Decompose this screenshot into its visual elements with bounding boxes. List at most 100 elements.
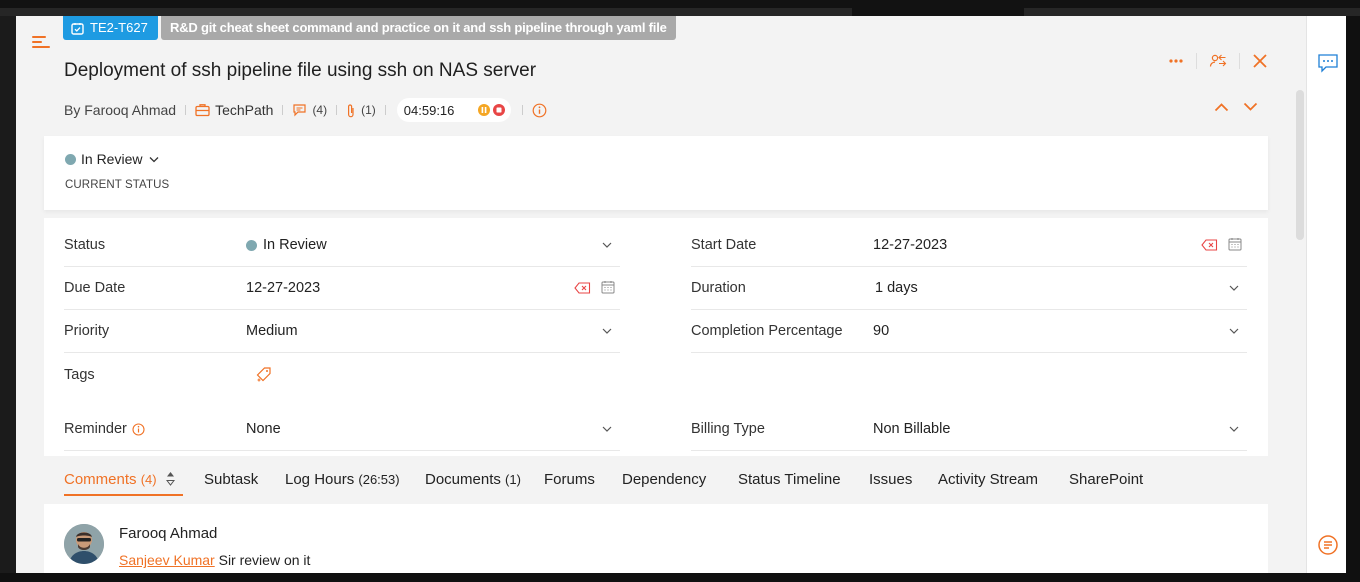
comment-text: Sanjeev Kumar Sir review on it — [119, 552, 310, 568]
tab-log-hours[interactable]: Log Hours (26:53) — [285, 471, 400, 488]
tab-label: Log Hours — [285, 471, 355, 488]
chevron-down-icon — [602, 242, 612, 248]
sort-icon[interactable] — [165, 471, 175, 486]
tab-count: (26:53) — [358, 472, 400, 487]
status-label: Status — [64, 237, 106, 253]
tab-label: Subtask — [204, 471, 259, 488]
reminder-field[interactable]: Reminder None — [64, 408, 620, 451]
close-icon[interactable] — [1252, 53, 1268, 69]
chevron-down-icon[interactable] — [1243, 102, 1258, 112]
billing-type-field[interactable]: Billing Type Non Billable — [691, 408, 1247, 451]
chevron-down-icon — [1229, 426, 1239, 432]
timer: 04:59:16 — [396, 98, 512, 122]
calendar-icon[interactable] — [601, 280, 615, 294]
feedback-icon[interactable] — [1317, 52, 1339, 74]
completion-field[interactable]: Completion Percentage 90 — [691, 310, 1247, 353]
comment-body: Sir review on it — [214, 552, 311, 568]
tab-dependency[interactable]: Dependency — [622, 471, 706, 488]
tab-status-timeline[interactable]: Status Timeline — [738, 471, 841, 488]
calendar-icon[interactable] — [1228, 237, 1242, 251]
info-icon[interactable] — [532, 103, 547, 118]
status-text: In Review — [81, 151, 143, 167]
menu-icon[interactable] — [32, 34, 50, 50]
info-icon[interactable] — [132, 422, 145, 436]
project-link[interactable]: TechPath — [215, 102, 273, 118]
window-bottom-edge — [0, 573, 1360, 582]
start-date-field[interactable]: Start Date 12-27-2023 — [691, 224, 1247, 267]
duration-value: 1 days — [875, 280, 918, 296]
completion-value: 90 — [873, 323, 890, 339]
status-dot — [65, 153, 76, 165]
priority-value: Medium — [246, 323, 298, 339]
task-meta: By Farooq Ahmad TechPath (4) (1) 04:59:1… — [64, 98, 547, 122]
tag-add-icon[interactable] — [255, 366, 272, 383]
reminder-value: None — [246, 421, 281, 437]
priority-label: Priority — [64, 323, 110, 339]
comment-icon[interactable] — [292, 103, 307, 117]
top-actions — [1168, 52, 1268, 70]
tab-forums[interactable]: Forums — [544, 471, 595, 488]
mention-link[interactable]: Sanjeev Kumar — [119, 552, 215, 568]
tab-comments[interactable]: Comments (4) — [64, 471, 175, 488]
start-date-value: 12-27-2023 — [873, 237, 948, 253]
clear-icon[interactable] — [574, 282, 591, 294]
task-id-chip[interactable]: TE2-T627 — [63, 16, 158, 40]
tab-label: Activity Stream — [938, 471, 1039, 488]
tags-field: Tags — [64, 353, 620, 396]
scrollbar[interactable] — [1294, 86, 1306, 573]
comment-list: Farooq Ahmad Sanjeev Kumar Sir review on… — [44, 504, 1268, 573]
tab-label: Forums — [544, 471, 595, 488]
avatar[interactable] — [64, 524, 104, 564]
tab-label: Status Timeline — [738, 471, 841, 488]
chevron-up-icon[interactable] — [1214, 102, 1229, 112]
due-date-field[interactable]: Due Date 12-27-2023 — [64, 267, 620, 310]
status-dropdown[interactable]: In Review — [65, 151, 159, 167]
task-detail-panel: TE2-T627 R&D git cheat sheet command and… — [16, 16, 1306, 573]
tab-activity-stream[interactable]: Activity Stream — [938, 471, 1038, 488]
more-icon[interactable] — [1168, 58, 1184, 64]
chevron-down-icon — [150, 156, 159, 162]
due-date-value: 12-27-2023 — [246, 280, 321, 296]
task-icon — [71, 22, 84, 35]
tags-label: Tags — [64, 366, 95, 383]
attachment-count[interactable]: (1) — [361, 103, 376, 117]
scrollbar-thumb[interactable] — [1296, 90, 1304, 240]
status-field[interactable]: Status In Review — [64, 224, 620, 267]
chevron-down-icon — [1229, 328, 1239, 334]
clear-icon[interactable] — [1201, 239, 1218, 251]
tab-label: Comments — [64, 471, 137, 488]
tab-sharepoint[interactable]: SharePoint — [1069, 471, 1143, 488]
task-fields: Status In Review Start Date 12-27-2023 D… — [44, 218, 1268, 456]
priority-field[interactable]: Priority Medium — [64, 310, 620, 353]
task-author: By Farooq Ahmad — [64, 102, 177, 118]
parent-task-chip[interactable]: R&D git cheat sheet command and practice… — [161, 16, 676, 40]
attachment-icon[interactable] — [346, 103, 356, 118]
comment-count[interactable]: (4) — [312, 103, 327, 117]
comment-author[interactable]: Farooq Ahmad — [119, 525, 217, 542]
status-value: In Review — [263, 237, 327, 253]
task-title: Deployment of ssh pipeline file using ss… — [64, 60, 537, 81]
due-date-label: Due Date — [64, 280, 126, 296]
chat-icon[interactable] — [1317, 534, 1339, 556]
chevron-down-icon — [602, 426, 612, 432]
chevron-down-icon — [1229, 285, 1239, 291]
tab-label: SharePoint — [1069, 471, 1144, 488]
current-status-card: In Review CURRENT STATUS — [44, 136, 1268, 210]
status-caption: CURRENT STATUS — [65, 179, 170, 191]
project-icon — [195, 103, 210, 117]
detail-tabs: Comments (4) Subtask Log Hours (26:53) D… — [44, 456, 1268, 503]
timer-value: 04:59:16 — [403, 102, 455, 118]
active-tab-underline — [64, 494, 183, 496]
tab-label: Dependency — [622, 471, 707, 488]
start-date-label: Start Date — [691, 237, 757, 253]
duration-field[interactable]: Duration 1 days — [691, 267, 1247, 310]
transfer-icon[interactable] — [1209, 52, 1227, 70]
stop-icon[interactable] — [493, 104, 506, 116]
reminder-label: Reminder — [64, 421, 127, 437]
tab-issues[interactable]: Issues — [869, 471, 912, 488]
right-rail — [1306, 16, 1346, 573]
tab-subtask[interactable]: Subtask — [204, 471, 258, 488]
tab-documents[interactable]: Documents (1) — [425, 471, 521, 488]
pause-icon[interactable] — [478, 104, 491, 116]
task-navigation — [1214, 102, 1258, 112]
